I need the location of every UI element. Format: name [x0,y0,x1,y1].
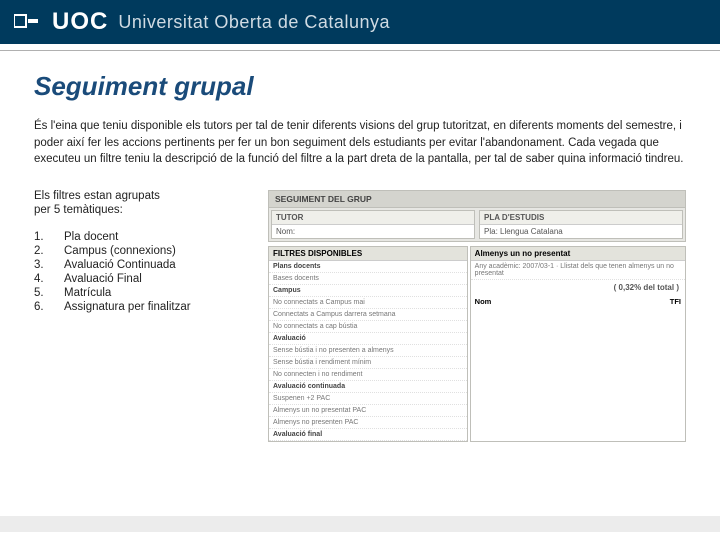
filter-item[interactable]: Avaluació continuada [269,381,467,393]
list-item: 4.Avaluació Final [34,272,191,286]
filter-item[interactable]: Avaluació [269,333,467,345]
list-item: 1.Pla docent [34,230,191,244]
results-panel: Almenys un no presentat Any acadèmic: 20… [470,246,686,442]
intro-paragraph: És l'eina que teniu disponible els tutor… [34,118,686,168]
filter-item[interactable]: Plans docents [269,261,467,273]
filters-header: FILTRES DISPONIBLES [269,247,467,261]
screenshot-panel: SEGUIMENT DEL GRUP TUTOR Nom: PLA D'ESTU… [268,190,686,442]
col-nom: Nom [475,297,641,306]
filter-item[interactable]: No connectats a Campus mai [269,297,467,309]
filter-item[interactable]: No connectats a cap bústia [269,321,467,333]
filter-item[interactable]: Almenys no presenten PAC [269,417,467,429]
tutor-header: TUTOR [272,211,474,225]
list-item: 2.Campus (connexions) [34,244,191,258]
footer-bar [0,516,720,532]
filter-item[interactable]: Suspenen +2 PAC [269,393,467,405]
list-item: 3.Avaluació Continuada [34,258,191,272]
list-item: 5.Matrícula [34,286,191,300]
any-academic-value: Any acadèmic: 2007/03-1 · Llistat dels q… [471,261,685,280]
list-item: 6.Assignatura per finalitzar [34,300,191,314]
pla-value: Pla: Llengua Catalana [480,225,682,238]
filter-item[interactable]: Almenys un no presentat PAC [269,405,467,417]
filter-item[interactable]: Sense bústia i no presenten a almenys [269,345,467,357]
app-header: UOC Universitat Oberta de Catalunya [0,0,720,44]
filter-item[interactable]: Avaluació final [269,429,467,441]
filters-caption-line1: Els filtres estan agrupats [34,190,254,202]
col-tfi: TFI [641,297,681,306]
filter-item[interactable]: Connectats a Campus darrera setmana [269,309,467,321]
page-title: Seguiment grupal [34,71,686,102]
filter-item[interactable]: Sense bústia i rendiment mínim [269,357,467,369]
pla-header: PLA D'ESTUDIS [480,211,682,225]
results-header: Almenys un no presentat [471,247,685,261]
university-name: Universitat Oberta de Catalunya [118,12,390,33]
filter-item[interactable]: Campus [269,285,467,297]
filter-item[interactable]: Bases docents [269,273,467,285]
filter-item[interactable]: No connecten i no rendiment [269,369,467,381]
tutor-value: Nom: [272,225,474,238]
logo-icon [14,12,44,32]
filters-caption-line2: per 5 temàtiques: [34,204,254,216]
results-table-header: Nom TFI [471,295,685,308]
percentage-value: ( 0,32% del total ) [471,280,685,295]
filter-list: 1.Pla docent 2.Campus (connexions) 3.Ava… [34,230,191,314]
brand-text: UOC [52,8,108,36]
panel-main-header: SEGUIMENT DEL GRUP [269,191,685,208]
filters-description: Els filtres estan agrupats per 5 temàtiq… [34,190,254,442]
filters-available-panel: FILTRES DISPONIBLES Plans docents Bases … [268,246,468,442]
